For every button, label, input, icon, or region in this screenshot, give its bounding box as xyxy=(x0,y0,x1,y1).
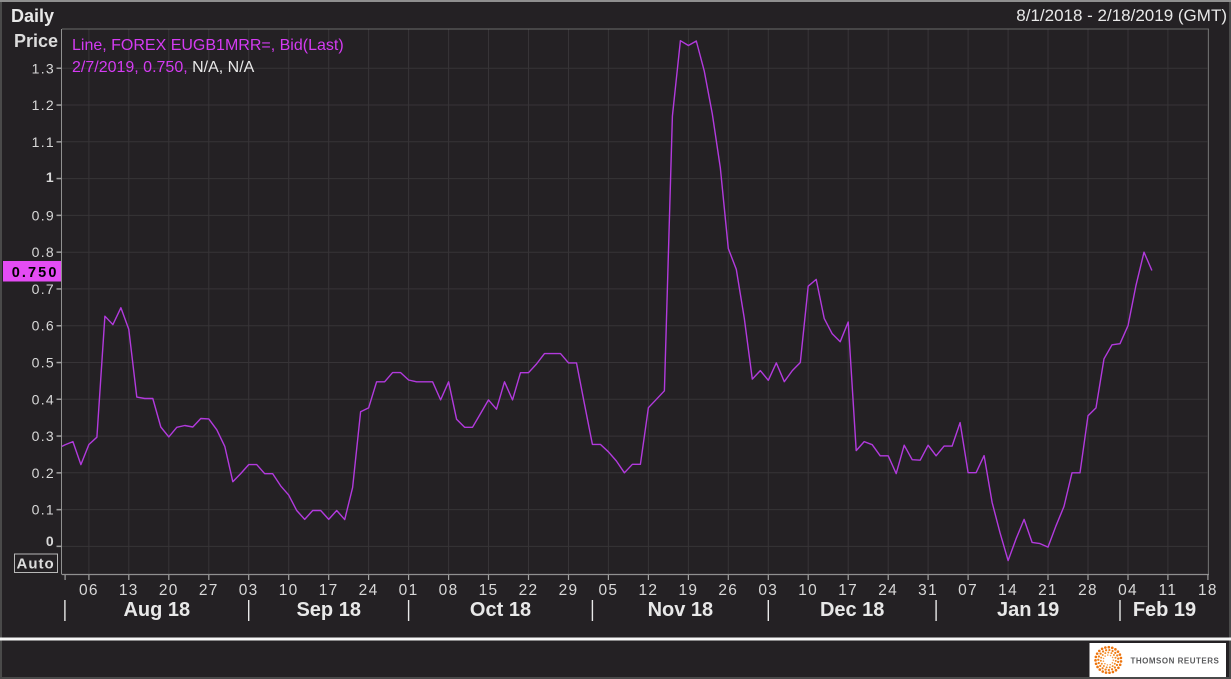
svg-text:04: 04 xyxy=(1118,582,1138,599)
svg-text:Aug 18: Aug 18 xyxy=(123,599,190,621)
svg-text:27: 27 xyxy=(199,582,219,599)
svg-text:12: 12 xyxy=(638,582,658,599)
svg-text:28: 28 xyxy=(1078,582,1098,599)
svg-text:Price: Price xyxy=(14,31,58,51)
svg-text:Oct 18: Oct 18 xyxy=(470,599,531,621)
svg-text:Nov 18: Nov 18 xyxy=(648,599,714,621)
svg-text:0.5: 0.5 xyxy=(32,355,55,371)
svg-text:Auto: Auto xyxy=(17,556,55,573)
svg-text:17: 17 xyxy=(319,582,339,599)
svg-text:29: 29 xyxy=(559,582,579,599)
svg-text:13: 13 xyxy=(119,582,139,599)
svg-text:03: 03 xyxy=(239,582,259,599)
svg-text:11: 11 xyxy=(1159,582,1178,599)
svg-text:0.7: 0.7 xyxy=(32,281,55,297)
svg-text:THOMSON REUTERS: THOMSON REUTERS xyxy=(1131,657,1220,666)
svg-text:08: 08 xyxy=(439,582,459,599)
svg-text:2/7/2019, 0.750, N/A, N/A: 2/7/2019, 0.750, N/A, N/A xyxy=(72,59,255,76)
svg-text:0.3: 0.3 xyxy=(32,428,55,444)
svg-text:31: 31 xyxy=(918,582,938,599)
svg-text:26: 26 xyxy=(718,582,738,599)
svg-text:10: 10 xyxy=(279,582,299,599)
svg-text:05: 05 xyxy=(598,582,618,599)
svg-text:21: 21 xyxy=(1038,582,1058,599)
svg-text:0.4: 0.4 xyxy=(32,391,55,407)
svg-text:0.1: 0.1 xyxy=(32,502,55,518)
svg-text:0.8: 0.8 xyxy=(32,244,55,260)
svg-text:20: 20 xyxy=(159,582,179,599)
svg-text:1: 1 xyxy=(46,169,55,185)
svg-text:19: 19 xyxy=(678,582,698,599)
svg-text:01: 01 xyxy=(399,582,419,599)
svg-text:18: 18 xyxy=(1198,582,1218,599)
svg-text:0: 0 xyxy=(46,533,55,549)
svg-text:24: 24 xyxy=(878,582,898,599)
svg-text:Feb 19: Feb 19 xyxy=(1133,599,1196,621)
svg-text:24: 24 xyxy=(359,582,379,599)
svg-text:1.3: 1.3 xyxy=(32,60,55,76)
svg-text:0.750: 0.750 xyxy=(12,265,59,281)
svg-text:1.2: 1.2 xyxy=(32,97,55,113)
svg-text:1.1: 1.1 xyxy=(32,134,55,150)
svg-text:Daily: Daily xyxy=(11,6,54,26)
svg-text:Sep 18: Sep 18 xyxy=(296,599,360,621)
svg-text:15: 15 xyxy=(479,582,499,599)
svg-text:03: 03 xyxy=(758,582,778,599)
svg-text:0.2: 0.2 xyxy=(32,465,55,481)
svg-text:10: 10 xyxy=(798,582,818,599)
svg-text:14: 14 xyxy=(998,582,1018,599)
svg-text:06: 06 xyxy=(79,582,99,599)
svg-text:07: 07 xyxy=(958,582,978,599)
svg-text:17: 17 xyxy=(838,582,858,599)
svg-text:Line, FOREX EUGB1MRR=, Bid(Las: Line, FOREX EUGB1MRR=, Bid(Last) xyxy=(72,37,344,54)
svg-text:8/1/2018 - 2/18/2019 (GMT): 8/1/2018 - 2/18/2019 (GMT) xyxy=(1016,6,1227,25)
svg-text:0.9: 0.9 xyxy=(32,207,55,223)
svg-text:Jan 19: Jan 19 xyxy=(997,599,1059,621)
svg-text:22: 22 xyxy=(519,582,539,599)
svg-text:0.6: 0.6 xyxy=(32,318,55,334)
svg-text:Dec 18: Dec 18 xyxy=(820,599,885,621)
